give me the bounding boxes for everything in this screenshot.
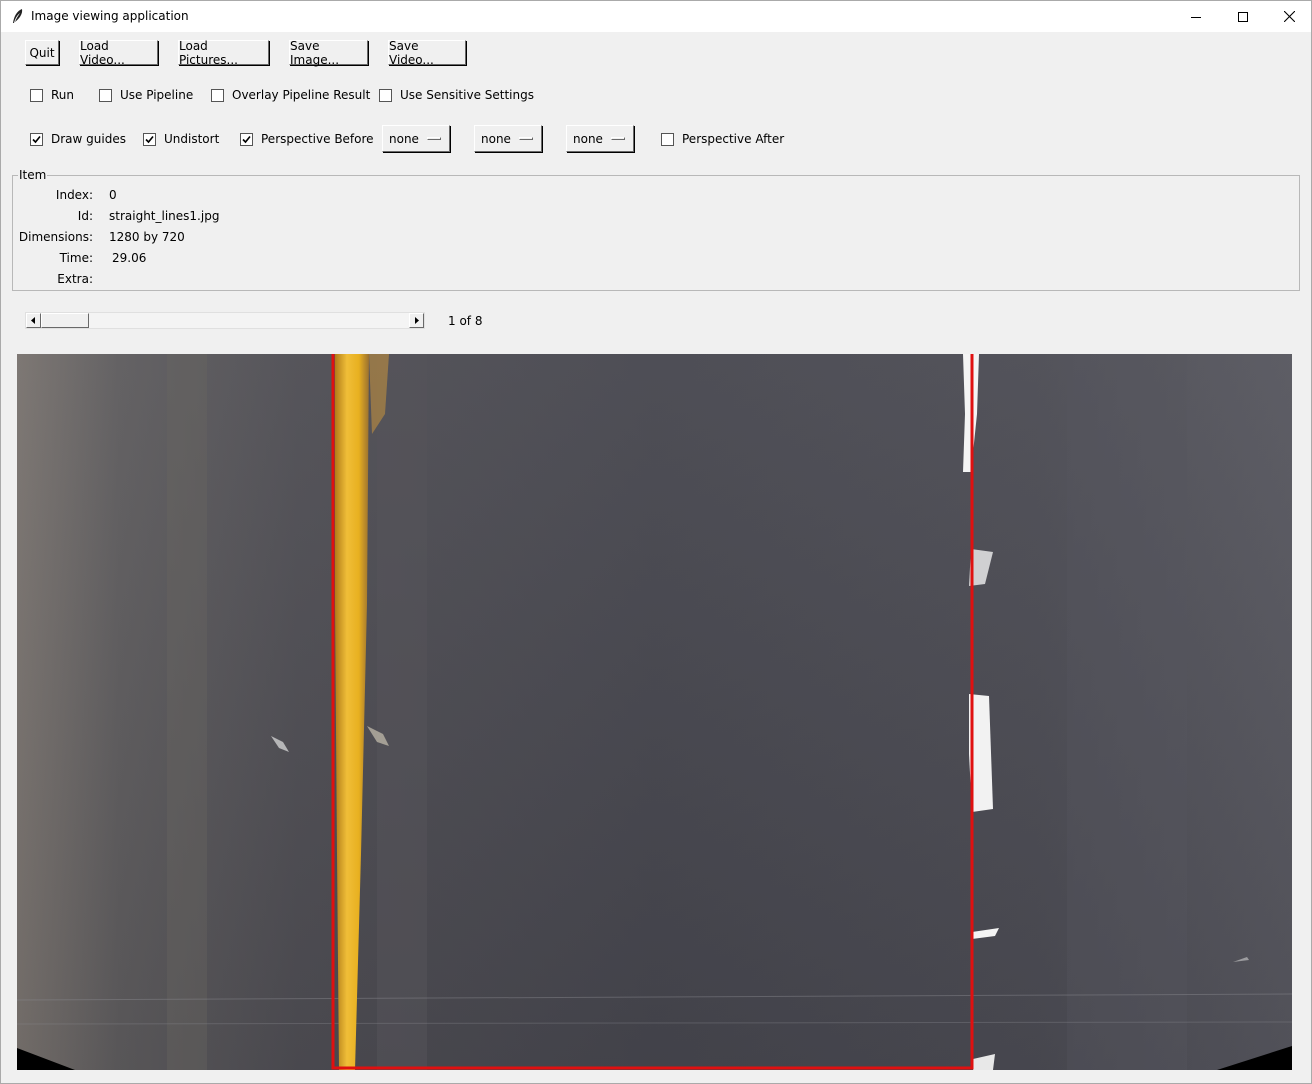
checkbox-box[interactable] — [30, 132, 43, 146]
minimize-button[interactable] — [1173, 1, 1219, 32]
checkmark-icon — [145, 135, 154, 143]
minimize-icon — [1191, 16, 1201, 18]
checkbox-box[interactable] — [143, 132, 156, 146]
checkbox-box[interactable] — [99, 88, 112, 102]
perspective-after-label: Perspective After — [682, 132, 785, 146]
road-streak — [167, 354, 207, 1070]
draw-guides-checkbox[interactable]: Draw guides — [30, 131, 126, 147]
quit-button[interactable]: Quit — [25, 40, 59, 65]
maximize-icon — [1238, 11, 1248, 22]
checkbox-box[interactable] — [379, 88, 392, 102]
extra-label: Extra: — [57, 272, 93, 286]
overlay-pipeline-result-label: Overlay Pipeline Result — [232, 88, 371, 102]
frame-position-text: 1 of 8 — [448, 314, 483, 328]
checkbox-box[interactable] — [661, 132, 674, 146]
checkmark-icon — [242, 135, 251, 143]
option-menu-3[interactable]: none — [566, 125, 634, 152]
perspective-after-checkbox[interactable]: Perspective After — [661, 131, 784, 147]
road-streak — [377, 354, 427, 1070]
option-menu-value: none — [389, 132, 419, 146]
item-frame — [12, 175, 1300, 291]
time-value: 29.06 — [112, 251, 147, 265]
option-menu-1[interactable]: none — [382, 125, 450, 152]
frame-scrollbar[interactable] — [25, 312, 425, 329]
option-menu-2[interactable]: none — [474, 125, 542, 152]
overlay-pipeline-result-checkbox[interactable]: Overlay Pipeline Result — [211, 87, 370, 103]
image-canvas[interactable] — [17, 354, 1292, 1070]
dropdown-indicator-icon — [611, 137, 625, 140]
scroll-right-button[interactable] — [409, 313, 424, 328]
title-bar[interactable]: Image viewing application — [1, 1, 1311, 32]
perspective-before-label: Perspective Before — [261, 132, 374, 146]
perspective-before-checkbox[interactable]: Perspective Before — [240, 131, 374, 147]
undistort-label: Undistort — [164, 132, 220, 146]
arrow-left-icon — [31, 317, 35, 324]
feather-icon — [13, 9, 23, 23]
dimensions-label: Dimensions: — [18, 230, 93, 244]
use-pipeline-checkbox[interactable]: Use Pipeline — [99, 87, 193, 103]
scrollbar-thumb[interactable] — [41, 313, 89, 328]
arrow-right-icon — [415, 317, 419, 324]
use-sensitive-settings-checkbox[interactable]: Use Sensitive Settings — [379, 87, 534, 103]
checkbox-box[interactable] — [240, 132, 253, 146]
checkbox-box[interactable] — [211, 88, 224, 102]
road-streak — [1067, 354, 1187, 1070]
dimensions-value: 1280 by 720 — [109, 230, 185, 244]
scroll-left-button[interactable] — [26, 313, 41, 328]
checkbox-box[interactable] — [30, 88, 43, 102]
option-menu-value: none — [573, 132, 603, 146]
draw-guides-label: Draw guides — [51, 132, 126, 146]
item-frame-legend: Item — [18, 168, 48, 182]
time-label: Time: — [59, 251, 93, 265]
run-checkbox[interactable]: Run — [30, 87, 74, 103]
load-pictures-button[interactable]: Load Pictures... — [178, 39, 269, 67]
run-label: Run — [51, 88, 75, 102]
index-label: Index: — [55, 188, 93, 202]
maximize-button[interactable] — [1220, 1, 1266, 32]
id-value: straight_lines1.jpg — [109, 209, 220, 223]
window-title: Image viewing application — [31, 9, 189, 23]
id-label: Id: — [77, 209, 93, 223]
option-menu-value: none — [481, 132, 511, 146]
dropdown-indicator-icon — [427, 137, 441, 140]
close-button[interactable] — [1266, 1, 1312, 32]
index-value: 0 — [109, 188, 117, 202]
use-pipeline-label: Use Pipeline — [120, 88, 194, 102]
save-video-button[interactable]: Save Video... — [388, 39, 466, 67]
save-image-button[interactable]: Save Image... — [289, 39, 368, 67]
close-icon — [1283, 11, 1295, 22]
checkmark-icon — [32, 135, 41, 143]
undistort-checkbox[interactable]: Undistort — [143, 131, 219, 147]
dropdown-indicator-icon — [519, 137, 533, 140]
app-window: Image viewing application Quit Load Vide… — [0, 0, 1312, 1084]
load-video-button[interactable]: Load Video... — [79, 39, 158, 67]
use-sensitive-settings-label: Use Sensitive Settings — [400, 88, 534, 102]
